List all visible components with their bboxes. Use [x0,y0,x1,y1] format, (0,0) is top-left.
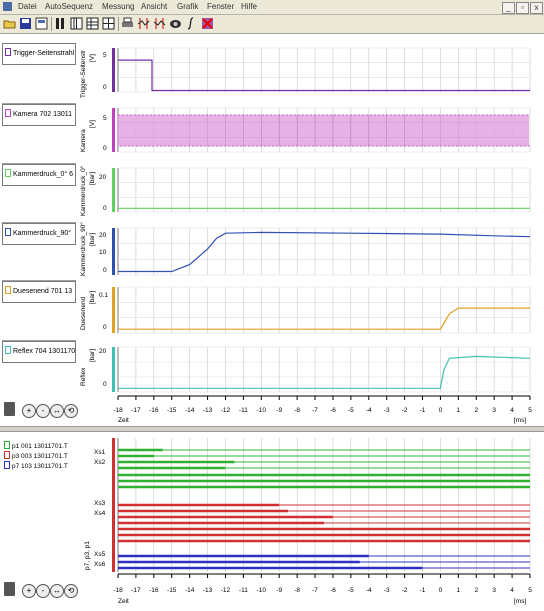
zoom-reset-icon[interactable]: ⟲ [64,404,78,418]
x-tick-label: -18 [113,407,123,414]
x-tick-label: -14 [184,587,195,594]
x-tick-label: -11 [238,587,248,594]
x-tick-label: 0 [438,587,443,594]
cursor-label-xs1: Xs1 [94,449,106,456]
zoom-out-icon[interactable]: - [36,404,50,418]
legend-item-p7[interactable]: p7 103 13011701.T [2,461,76,470]
panel-splitter[interactable] [0,426,544,432]
y-axis-color-bar [112,228,115,275]
x-tick-label: -6 [330,407,336,414]
x-tick-label: -15 [167,407,177,414]
x-tick-label: 2 [474,407,479,414]
zoom-fit-icon[interactable]: ↔ [50,584,64,598]
x-tick-label: -1 [419,587,426,594]
x-tick-label: -13 [202,407,213,414]
chart-plots [112,47,531,578]
legend-label: p1 001 13011701.T [12,443,68,450]
y-axis-color-bar [112,48,115,92]
legend-color-swatch [4,461,10,469]
x-tick-label: -2 [401,587,408,594]
y-axis-color-bar [112,287,115,333]
x-tick-label: 4 [510,407,514,414]
x-tick-label: -4 [365,407,372,414]
legend-color-swatch [4,441,10,449]
x-tick-label: -8 [294,407,301,414]
y-axis-color-bar [112,347,115,392]
x-tick-label: -5 [347,587,354,594]
zoom-reset-icon[interactable]: ⟲ [64,584,78,598]
x-tick-label: -12 [220,407,231,414]
x-tick-label: 1 [456,407,461,414]
x-tick-label: -5 [347,407,354,414]
x-tick-label: -7 [312,587,318,594]
x-tick-label: 4 [510,587,514,594]
kamera-signal [117,114,530,147]
lower-x-unit-label: [ms] [514,598,527,605]
x-tick-label: 3 [492,407,496,414]
x-tick-label: 5 [528,587,532,594]
x-tick-label: -10 [256,407,266,414]
x-tick-label: -13 [202,587,213,594]
legend-color-swatch [4,451,10,459]
legend-item-p1[interactable]: p1 001 13011701.T [2,441,76,450]
cursor-label-xs6: Xs6 [94,561,106,568]
x-tick-label: -3 [383,587,390,594]
x-tick-label: -16 [149,407,159,414]
x-tick-label: -17 [131,587,141,594]
lower-x-axis-title: Zeit [118,598,129,605]
zoom-out-icon[interactable]: - [36,584,50,598]
cursor-label-xs4: Xs4 [94,510,106,517]
series-line [118,59,530,92]
series-line [118,231,531,273]
x-unit-label: [ms] [514,417,527,424]
x-tick-label: -4 [365,587,372,594]
x-tick-label: 1 [456,587,461,594]
x-tick-label: -8 [294,587,301,594]
x-tick-label: 2 [474,587,479,594]
x-tick-label: -18 [113,587,123,594]
x-tick-label: -11 [238,407,248,414]
x-tick-label: 0 [438,407,443,414]
series-line [118,307,530,330]
x-tick-label: -9 [276,407,283,414]
x-tick-label: -16 [149,587,159,594]
series-line [118,355,531,389]
x-tick-label: -10 [256,587,266,594]
zoom-in-icon[interactable]: + [22,584,36,598]
trash-icon[interactable] [4,582,15,596]
legend-label: p7 103 13011701.T [12,463,68,470]
x-tick-label: -14 [184,407,195,414]
legend-item-p3[interactable]: p3 003 13011701.T [2,451,76,460]
x-tick-label: -15 [167,587,177,594]
legend-label: p3 003 13011701.T [12,453,68,460]
zoom-in-icon[interactable]: + [22,404,36,418]
x-tick-label: -12 [220,587,231,594]
x-tick-label: -2 [401,407,408,414]
x-tick-label: -6 [330,587,336,594]
y-axis-color-bar [112,168,115,212]
x-tick-label: -3 [383,407,390,414]
lower-axis-title: p7, p3, p1 [84,541,91,570]
cursor-label-xs5: Xs5 [94,551,106,558]
x-tick-label: 3 [492,587,496,594]
zoom-fit-icon[interactable]: ↔ [50,404,64,418]
x-tick-label: -9 [276,587,283,594]
x-tick-label: -17 [131,407,141,414]
trash-icon[interactable] [4,402,15,416]
x-tick-label: -7 [312,407,318,414]
x-tick-label: 5 [528,407,532,414]
y-axis-color-bar [112,108,115,152]
cursor-label-xs3: Xs3 [94,500,106,507]
x-axis-title: Zeit [118,417,129,424]
y-axis-color-bar [112,438,115,572]
x-tick-label: -1 [419,407,426,414]
cursor-label-xs2: Xs2 [94,459,106,466]
